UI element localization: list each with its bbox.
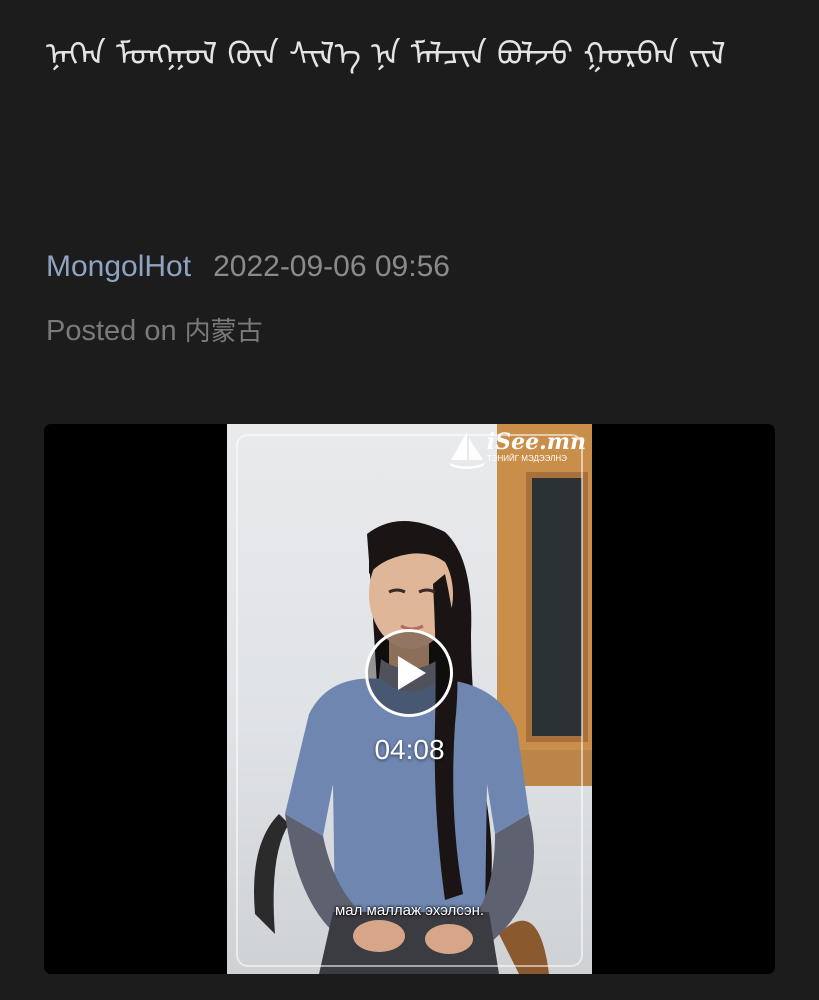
video-duration: 04:08 (374, 734, 445, 765)
posted-label: Posted on (46, 315, 177, 347)
posted-location: Posted on 内蒙古 (46, 311, 263, 352)
author-link[interactable]: MongolHot (46, 250, 191, 283)
watermark-logo: iSee.mn ТЭНИЙГ МЭДЭЭЛНЭ (447, 430, 586, 470)
video-subtitle: мал маллаж эхэлсэн. (334, 902, 485, 919)
post-date: 2022-09-06 09:56 (213, 250, 450, 283)
post-title: ᠨᠡᠭᠡᠨ ᠮᠣᠩᠭᠣᠯ ᠬᠦᠨ ᠰᠢᠯ᠎ᠡ ᠨᠡ ᠮᠠᠯᠴᠢᠨ ᠪᠣᠯᠵᠤ ᠭ… (46, 35, 726, 73)
video-player[interactable]: iSee.mn ТЭНИЙГ МЭДЭЭЛНЭ 04:08 мал маллаж… (44, 424, 775, 974)
video-thumbnail: iSee.mn ТЭНИЙГ МЭДЭЭЛНЭ 04:08 мал маллаж… (227, 424, 592, 974)
play-icon (398, 656, 426, 690)
sailboat-icon (448, 432, 485, 469)
play-button[interactable] (365, 629, 453, 717)
watermark-name: iSee.mn (486, 429, 586, 455)
watermark-tagline: ТЭНИЙГ МЭДЭЭЛНЭ (486, 454, 567, 463)
post-meta: MongolHot 2022-09-06 09:56 (46, 247, 450, 287)
posted-place: 内蒙古 (184, 317, 263, 347)
